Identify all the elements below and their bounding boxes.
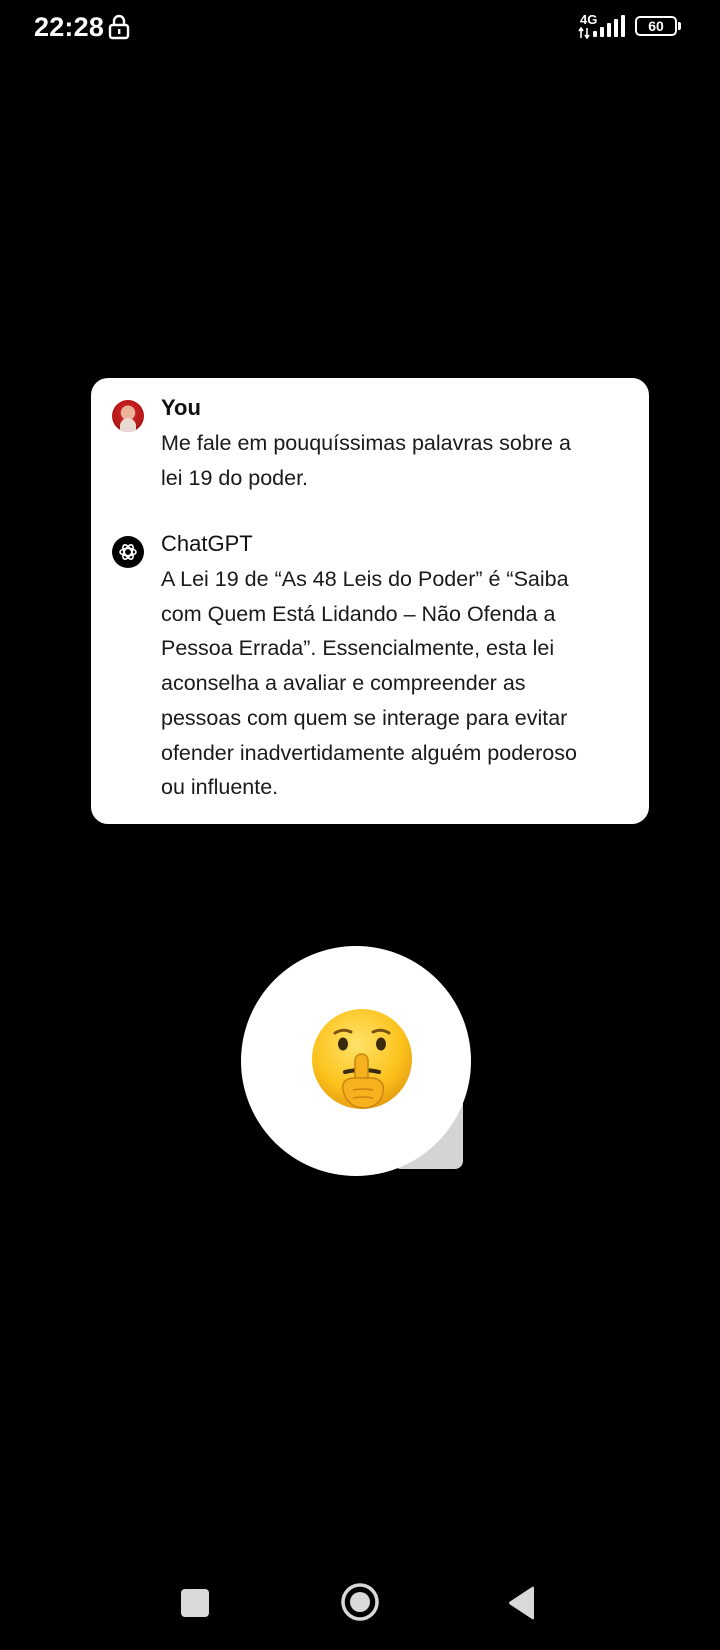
message-line: A Lei 19 de “As 48 Leis do Poder” é “Sai… <box>161 567 569 591</box>
status-time: 22:28 <box>34 12 105 42</box>
message-line: ou influente. <box>161 775 279 800</box>
lock-icon <box>108 14 130 40</box>
message-line: ofender inadvertidamente alguém poderoso <box>161 740 577 765</box>
recents-button[interactable] <box>181 1589 209 1617</box>
message-line: Pessoa Errada”. Essencialmente, esta lei <box>161 636 555 661</box>
status-bar: 22:28 4G 60 <box>0 0 720 56</box>
back-button[interactable] <box>506 1585 538 1621</box>
message-line: Me fale em pouquíssimas palavras sobre a <box>161 431 571 455</box>
chat-card: You Me fale em pouquíssimas palavras sob… <box>91 378 649 824</box>
message-author: You <box>161 395 201 420</box>
battery-icon: 60 <box>635 16 681 36</box>
message-author: ChatGPT <box>161 531 253 556</box>
battery-level: 60 <box>648 18 664 34</box>
home-button[interactable] <box>340 1582 380 1622</box>
navigation-bar <box>0 1570 720 1650</box>
chatgpt-logo-icon <box>112 536 144 568</box>
data-arrows-icon <box>578 27 590 39</box>
shushing-face-icon <box>312 1009 412 1109</box>
message-line: lei 19 do poder. <box>161 465 309 490</box>
signal-strength-icon <box>593 15 625 37</box>
message-line: pessoas com quem se interage para evitar <box>161 705 568 730</box>
message-text: Me fale em pouquíssimas palavras sobre a… <box>161 426 631 495</box>
emoji-sticker[interactable] <box>241 946 471 1176</box>
message-line: aconselha a avaliar e compreender as <box>161 671 526 696</box>
openai-knot-icon <box>119 544 137 560</box>
message-line: com Quem Está Lidando – Não Ofenda a <box>161 601 556 626</box>
message-text: A Lei 19 de “As 48 Leis do Poder” é “Sai… <box>161 562 631 805</box>
user-avatar <box>112 400 144 432</box>
